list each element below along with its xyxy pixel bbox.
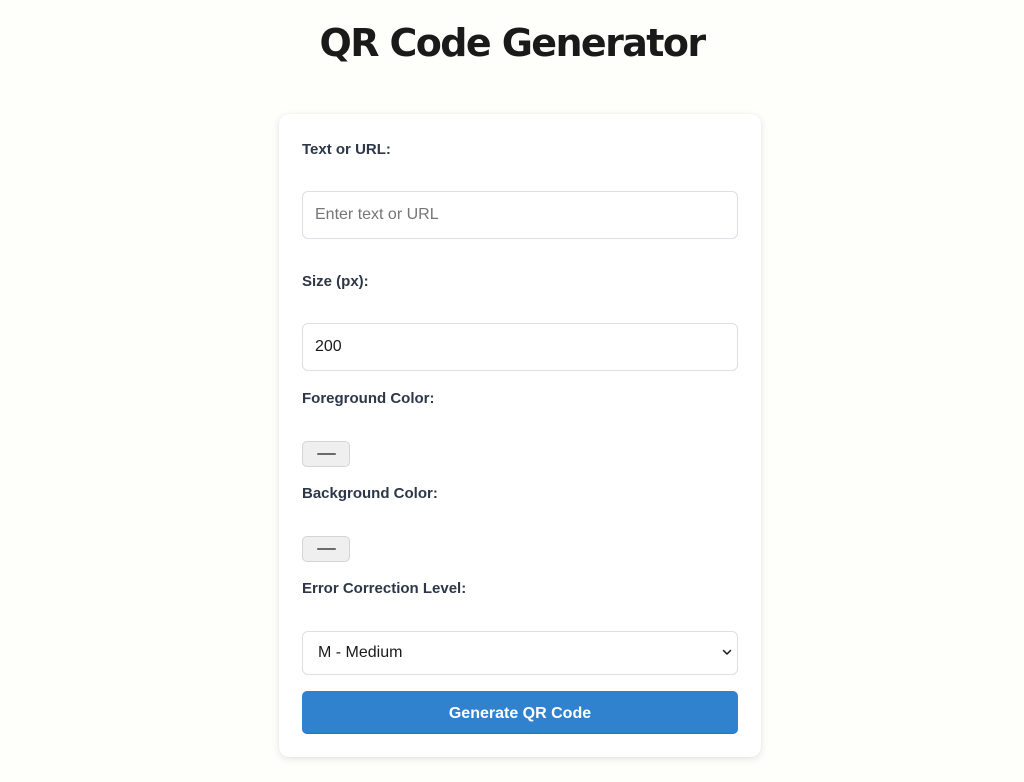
error-correction-select[interactable]: M - Medium (302, 631, 738, 675)
background-color-swatch (317, 548, 336, 550)
size-label: Size (px): (302, 273, 369, 290)
generate-qr-button[interactable]: Generate QR Code (302, 691, 738, 734)
page-title: QR Code Generator (319, 21, 707, 65)
background-color-label: Background Color: (302, 485, 438, 502)
text-url-label: Text or URL: (302, 141, 391, 158)
chevron-down-icon (722, 649, 732, 655)
size-input[interactable] (302, 323, 738, 371)
error-correction-selected-value: M - Medium (318, 644, 403, 661)
foreground-color-label: Foreground Color: (302, 390, 435, 407)
foreground-color-picker[interactable] (302, 441, 350, 467)
error-correction-label: Error Correction Level: (302, 580, 467, 597)
qr-form-card: Text or URL: Size (px): Foreground Color… (279, 114, 761, 757)
text-url-input[interactable] (302, 191, 738, 239)
foreground-color-swatch (317, 453, 336, 455)
background-color-picker[interactable] (302, 536, 350, 562)
